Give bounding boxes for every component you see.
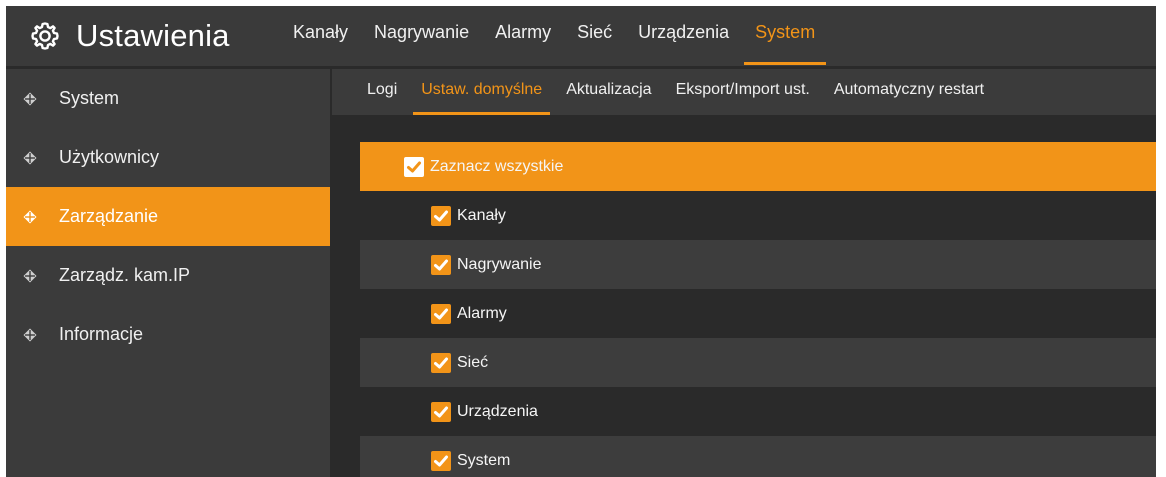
list-item-alarmy[interactable]: Alarmy — [360, 289, 1156, 338]
sidebar-item-label: Zarządzanie — [59, 206, 159, 226]
sidebar-item-system[interactable]: System — [6, 69, 330, 128]
app-title: Ustawienia — [30, 14, 230, 58]
defaults-checklist: Zaznacz wszystkie Kanały Nagrywanie Alar… — [360, 142, 1156, 477]
sub-tabs: Logi Ustaw. domyślne Aktualizacja Ekspor… — [330, 66, 1156, 115]
sidebar-item-label: Informacje — [59, 324, 144, 344]
checkmark-icon — [434, 308, 448, 319]
select-all-row[interactable]: Zaznacz wszystkie — [360, 142, 1156, 191]
checkbox[interactable] — [431, 254, 451, 275]
checkmark-icon — [434, 406, 448, 417]
list-item-label: System — [457, 451, 511, 469]
diamond-crosshair-icon — [23, 151, 37, 164]
diamond-crosshair-icon — [23, 210, 37, 223]
gear-icon — [31, 22, 59, 50]
checkbox[interactable] — [431, 450, 451, 471]
tab-system[interactable]: System — [742, 6, 828, 66]
checkmark-icon — [434, 357, 448, 368]
list-item-nagrywanie[interactable]: Nagrywanie — [360, 240, 1156, 289]
sidebar-item-uzytkownicy[interactable]: Użytkownicy — [6, 128, 330, 187]
sidebar-item-zarzadz-kam-ip[interactable]: Zarządz. kam.IP — [6, 246, 330, 305]
checkmark-icon — [434, 210, 448, 221]
defaults-panel: Zaznacz wszystkie Kanały Nagrywanie Alar… — [330, 115, 1156, 477]
diamond-crosshair-icon — [23, 328, 37, 341]
list-item-siec[interactable]: Sieć — [360, 338, 1156, 387]
checkbox[interactable] — [431, 205, 451, 226]
main-tabs: Kanały Nagrywanie Alarmy Sieć Urządzenia… — [280, 6, 828, 66]
tab-siec[interactable]: Sieć — [564, 6, 625, 66]
checkmark-icon — [434, 455, 448, 466]
tab-urzadzenia[interactable]: Urządzenia — [625, 6, 742, 66]
list-item-label: Sieć — [457, 353, 489, 371]
list-item-label: Alarmy — [457, 304, 507, 322]
list-item-system[interactable]: System — [360, 436, 1156, 477]
list-item-label: Kanały — [457, 206, 506, 224]
checkbox[interactable] — [431, 401, 451, 422]
list-item-kanaly[interactable]: Kanały — [360, 191, 1156, 240]
tab-alarmy[interactable]: Alarmy — [482, 6, 564, 66]
sidebar-item-label: System — [59, 88, 120, 108]
select-all-label: Zaznacz wszystkie — [430, 157, 564, 175]
checkbox[interactable] — [431, 303, 451, 324]
sidebar: System Użytkownicy Zarządzanie Zarządz. … — [6, 66, 330, 477]
sidebar-item-label: Użytkownicy — [59, 147, 160, 167]
checkmark-icon — [407, 161, 421, 172]
sidebar-item-zarzadzanie[interactable]: Zarządzanie — [6, 187, 330, 246]
select-all-checkbox[interactable] — [404, 156, 424, 177]
top-header: Ustawienia Kanały Nagrywanie Alarmy Sieć… — [6, 6, 1156, 66]
subtab-automatyczny-restart[interactable]: Automatyczny restart — [826, 69, 992, 115]
tab-kanaly[interactable]: Kanały — [280, 6, 361, 66]
subtab-eksport-import[interactable]: Eksport/Import ust. — [668, 69, 818, 115]
list-item-label: Urządzenia — [457, 402, 538, 420]
tab-nagrywanie[interactable]: Nagrywanie — [361, 6, 482, 66]
subtab-aktualizacja[interactable]: Aktualizacja — [558, 69, 659, 115]
subtab-ustaw-domyslne[interactable]: Ustaw. domyślne — [413, 69, 551, 115]
sidebar-item-label: Zarządz. kam.IP — [59, 265, 191, 285]
sidebar-item-informacje[interactable]: Informacje — [6, 305, 330, 364]
checkbox[interactable] — [431, 352, 451, 373]
diamond-crosshair-icon — [23, 92, 37, 105]
list-item-urzadzenia[interactable]: Urządzenia — [360, 387, 1156, 436]
list-item-label: Nagrywanie — [457, 255, 542, 273]
subtab-logi[interactable]: Logi — [359, 69, 405, 115]
checkmark-icon — [434, 259, 448, 270]
settings-window: Ustawienia Kanały Nagrywanie Alarmy Sieć… — [6, 6, 1156, 477]
diamond-crosshair-icon — [23, 269, 37, 282]
page-title: Ustawienia — [76, 18, 230, 53]
